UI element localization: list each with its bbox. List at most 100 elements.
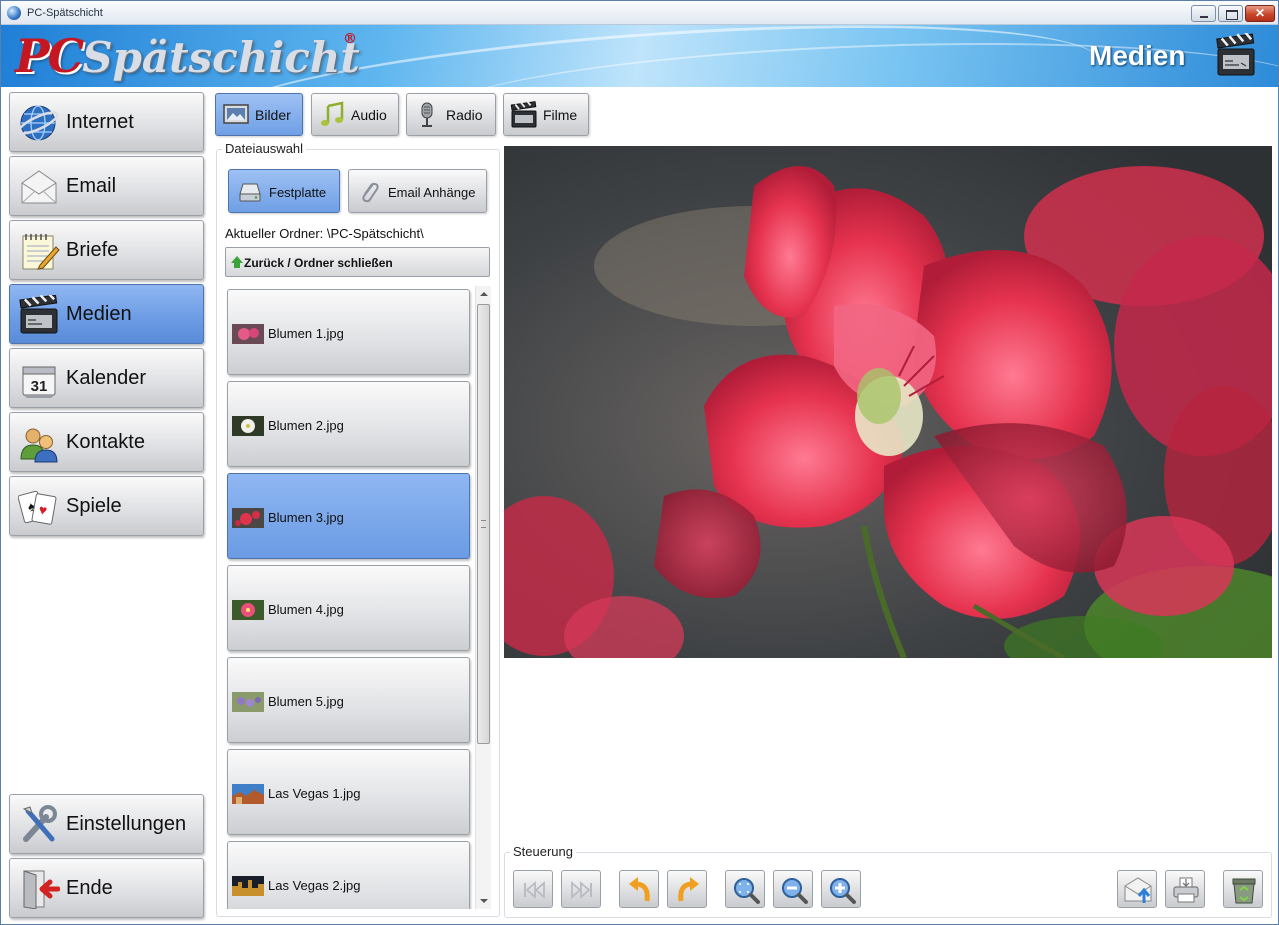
send-email-button[interactable]	[1117, 870, 1157, 908]
zoom-in-button[interactable]	[821, 870, 861, 908]
close-icon: ✕	[1254, 6, 1266, 20]
first-image-button[interactable]	[513, 870, 553, 908]
file-item[interactable]: Las Vegas 2.jpg	[227, 841, 470, 909]
zoom-out-button[interactable]	[773, 870, 813, 908]
zoom-fit-button[interactable]	[725, 870, 765, 908]
delete-button[interactable]	[1223, 870, 1263, 908]
thumbnail-purple-flowers	[232, 692, 264, 712]
tab-radio[interactable]: Radio	[406, 93, 496, 136]
rotate-left-button[interactable]	[619, 870, 659, 908]
envelope-icon	[21, 170, 57, 204]
thumbnail-red-flower	[232, 508, 264, 528]
rotate-right-button[interactable]	[667, 870, 707, 908]
minimize-button[interactable]	[1191, 5, 1216, 22]
paperclip-icon	[362, 182, 379, 203]
app-logo: PCSpätschicht ®	[15, 29, 360, 83]
nav-label: Spiele	[66, 495, 122, 517]
file-item-selected[interactable]: Blumen 3.jpg	[227, 473, 470, 559]
nav-medien[interactable]: Medien	[9, 284, 204, 344]
exit-door-icon	[23, 870, 60, 909]
scroll-up-icon[interactable]	[480, 292, 488, 296]
file-name: Blumen 2.jpg	[268, 418, 344, 433]
harddisk-icon	[239, 183, 261, 202]
source-email-label: Email Anhänge	[388, 185, 476, 200]
print-icon	[1173, 877, 1199, 903]
nav-kontakte[interactable]: Kontakte	[9, 412, 204, 472]
svg-text:31: 31	[31, 378, 48, 395]
close-button[interactable]: ✕	[1245, 5, 1275, 22]
first-icon	[524, 881, 545, 899]
calendar-icon: 31	[22, 366, 56, 398]
file-item[interactable]: Las Vegas 1.jpg	[227, 749, 470, 835]
music-note-icon	[321, 101, 344, 126]
nav-label: Einstellungen	[66, 813, 187, 835]
nav-label: Briefe	[66, 239, 119, 261]
source-email-attachments-button[interactable]: Email Anhänge	[348, 169, 487, 213]
nav-ende[interactable]: Ende	[9, 858, 204, 918]
thumbnail-pink-flower	[232, 600, 264, 620]
nav-internet[interactable]: Internet	[9, 92, 204, 152]
source-harddisk-button[interactable]: Festplatte	[228, 169, 340, 213]
file-name: Blumen 5.jpg	[268, 694, 344, 709]
microphone-icon	[421, 102, 433, 127]
file-name: Las Vegas 2.jpg	[268, 878, 361, 893]
title-bar: PC-Spätschicht ✕	[1, 1, 1278, 25]
nav-briefe[interactable]: Briefe	[9, 220, 204, 280]
print-button[interactable]	[1165, 870, 1205, 908]
file-item[interactable]: Blumen 5.jpg	[227, 657, 470, 743]
file-name: Blumen 1.jpg	[268, 326, 344, 341]
current-folder-text: Aktueller Ordner: \PC-Spätschicht\	[225, 226, 424, 241]
app-globe-icon	[7, 6, 21, 20]
tab-audio[interactable]: Audio	[311, 93, 399, 136]
zoom-out-icon	[782, 878, 808, 904]
nav-label: Internet	[66, 111, 134, 133]
tab-label: Bilder	[255, 107, 291, 123]
nav-label: Ende	[66, 877, 113, 899]
logo-registered: ®	[343, 31, 357, 47]
file-name: Blumen 4.jpg	[268, 602, 344, 617]
file-item[interactable]: Blumen 2.jpg	[227, 381, 470, 467]
zoom-in-icon	[830, 878, 856, 904]
source-harddisk-label: Festplatte	[269, 185, 327, 200]
scroll-down-icon[interactable]	[480, 899, 488, 903]
thumbnail-las-vegas	[232, 784, 264, 804]
notepad-icon	[22, 234, 60, 270]
nav-label: Kontakte	[66, 431, 145, 453]
file-item[interactable]: Blumen 1.jpg	[227, 289, 470, 375]
section-title: Medien	[1089, 40, 1186, 71]
tab-bilder[interactable]: Bilder	[215, 93, 303, 136]
scroll-thumb[interactable]	[477, 304, 490, 744]
file-selection-label: Dateiauswahl	[222, 141, 307, 156]
last-icon	[571, 881, 592, 899]
nav-einstellungen[interactable]: Einstellungen	[9, 794, 204, 854]
thumbnail-las-vegas-night	[232, 876, 264, 896]
up-arrow-icon	[231, 256, 243, 263]
nav-label: Medien	[66, 303, 132, 325]
app-window: PC-Spätschicht ✕ PCSpätschicht ® Medien …	[0, 0, 1279, 925]
back-button-label: Zurück / Ordner schließen	[244, 256, 393, 270]
thumbnail-pink-flower	[232, 324, 264, 344]
globe-icon	[18, 105, 59, 141]
logo-text: Spätschicht	[82, 33, 360, 82]
maximize-button[interactable]	[1218, 5, 1243, 22]
nav-email[interactable]: Email	[9, 156, 204, 216]
clapperboard-icon	[1216, 33, 1255, 76]
image-preview	[504, 146, 1272, 658]
nav-kalender[interactable]: 31 Kalender	[9, 348, 204, 408]
tab-label: Filme	[543, 107, 578, 123]
controls-label: Steuerung	[510, 844, 576, 859]
playing-cards-icon: ♠ ♥	[18, 490, 57, 525]
zoom-fit-icon	[734, 878, 760, 904]
tab-label: Radio	[446, 107, 483, 123]
file-list-scrollbar[interactable]	[475, 286, 491, 909]
nav-spiele[interactable]: ♠ ♥ Spiele	[9, 476, 204, 536]
tools-icon	[22, 805, 57, 842]
back-close-folder-button[interactable]: Zurück / Ordner schließen	[225, 247, 490, 277]
file-item[interactable]: Blumen 4.jpg	[227, 565, 470, 651]
clapperboard-icon	[19, 295, 58, 334]
tab-filme[interactable]: Filme	[503, 93, 589, 136]
last-image-button[interactable]	[561, 870, 601, 908]
rotate-left-icon	[629, 877, 650, 902]
flower-photo	[504, 146, 1272, 658]
people-icon	[20, 428, 58, 463]
